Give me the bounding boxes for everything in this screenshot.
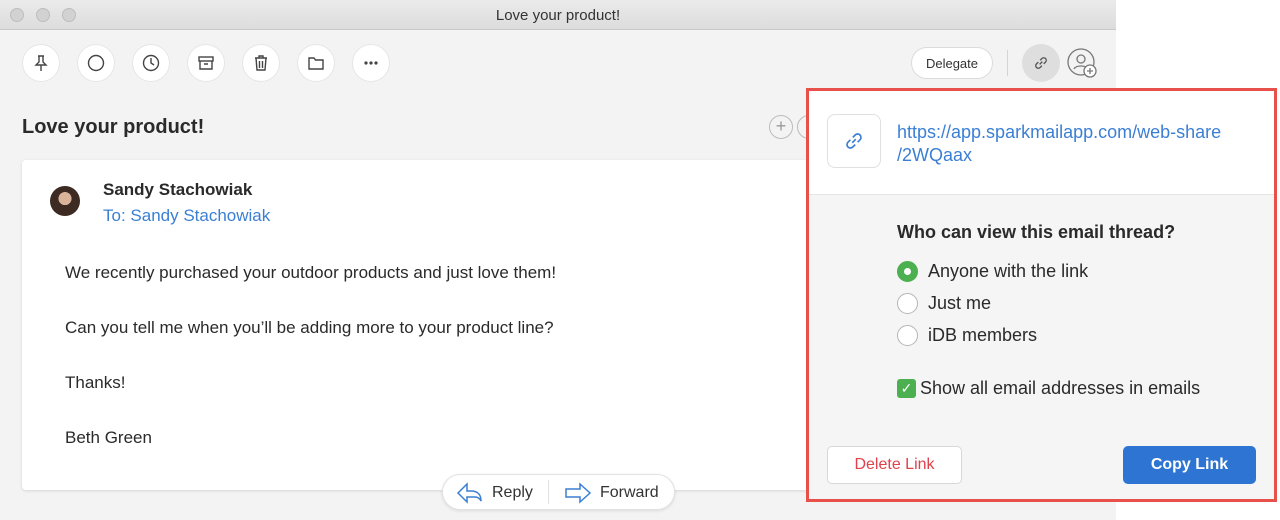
title-bar: Love your product! bbox=[0, 0, 1116, 30]
visibility-question: Who can view this email thread? bbox=[897, 222, 1176, 242]
sender-name[interactable]: Sandy Stachowiak bbox=[103, 180, 252, 200]
show-addresses-checkbox[interactable]: ✓ bbox=[897, 378, 916, 398]
toolbar-divider bbox=[1007, 50, 1008, 76]
forward-arrow-icon bbox=[565, 482, 592, 504]
share-url-line-2: /2WQaax bbox=[897, 145, 973, 165]
option-label: Just me bbox=[928, 292, 992, 313]
more-button[interactable] bbox=[352, 44, 390, 82]
link-icon bbox=[846, 133, 862, 149]
radio-selected[interactable] bbox=[897, 260, 918, 282]
pin-icon bbox=[34, 55, 48, 71]
avatar bbox=[50, 186, 80, 216]
snooze-button[interactable] bbox=[132, 44, 170, 82]
option-just-me[interactable]: Just me bbox=[897, 291, 991, 315]
option-anyone-with-link[interactable]: Anyone with the link bbox=[897, 259, 1088, 283]
delegate-button[interactable]: Delegate bbox=[911, 47, 993, 79]
recipient-line[interactable]: To: Sandy Stachowiak bbox=[103, 206, 270, 226]
body-line: Can you tell me when you’ll be adding mo… bbox=[65, 318, 554, 337]
mark-done-button[interactable] bbox=[77, 44, 115, 82]
option-label: iDB members bbox=[928, 324, 1038, 345]
move-to-folder-button[interactable] bbox=[297, 44, 335, 82]
pin-button[interactable] bbox=[22, 44, 60, 82]
show-addresses-label: Show all email addresses in emails bbox=[920, 377, 1201, 398]
show-addresses-option[interactable]: ✓ Show all email addresses in emails bbox=[897, 376, 1200, 400]
reply-button[interactable]: Reply bbox=[456, 480, 533, 506]
body-line: We recently purchased your outdoor produ… bbox=[65, 263, 557, 282]
radio-unselected[interactable] bbox=[897, 292, 918, 314]
body-line: Thanks! bbox=[65, 373, 126, 392]
window-title: Love your product! bbox=[495, 7, 621, 24]
reply-bar-divider bbox=[548, 480, 549, 504]
radio-unselected[interactable] bbox=[897, 324, 918, 346]
share-link-button[interactable] bbox=[1022, 44, 1060, 82]
trash-icon bbox=[255, 55, 267, 71]
add-icon[interactable]: + bbox=[769, 115, 793, 139]
forward-button[interactable]: Forward bbox=[564, 480, 659, 506]
reply-arrow-icon bbox=[456, 482, 482, 504]
delete-button[interactable] bbox=[242, 44, 280, 82]
link-icon bbox=[1035, 57, 1047, 69]
share-url[interactable]: https://app.sparkmailapp.com/web-share /… bbox=[897, 121, 1267, 167]
link-icon-box bbox=[827, 114, 881, 168]
more-icon bbox=[364, 61, 378, 65]
delete-link-button[interactable]: Delete Link bbox=[827, 446, 962, 484]
option-label: Anyone with the link bbox=[928, 260, 1089, 281]
copy-link-button[interactable]: Copy Link bbox=[1123, 446, 1256, 484]
option-idb-members[interactable]: iDB members bbox=[897, 323, 1037, 347]
add-person-icon bbox=[1067, 48, 1097, 78]
circle-icon bbox=[87, 54, 105, 72]
forward-label: Forward bbox=[600, 484, 659, 501]
body-line: Beth Green bbox=[65, 428, 152, 447]
clock-icon bbox=[142, 54, 160, 72]
email-subject: Love your product! bbox=[22, 116, 205, 138]
reply-label: Reply bbox=[492, 484, 533, 501]
archive-button[interactable] bbox=[187, 44, 225, 82]
folder-icon bbox=[308, 57, 324, 70]
share-url-line-1: https://app.sparkmailapp.com/web-share bbox=[897, 122, 1222, 142]
archive-icon bbox=[198, 56, 214, 70]
add-person-button[interactable] bbox=[1065, 46, 1099, 80]
